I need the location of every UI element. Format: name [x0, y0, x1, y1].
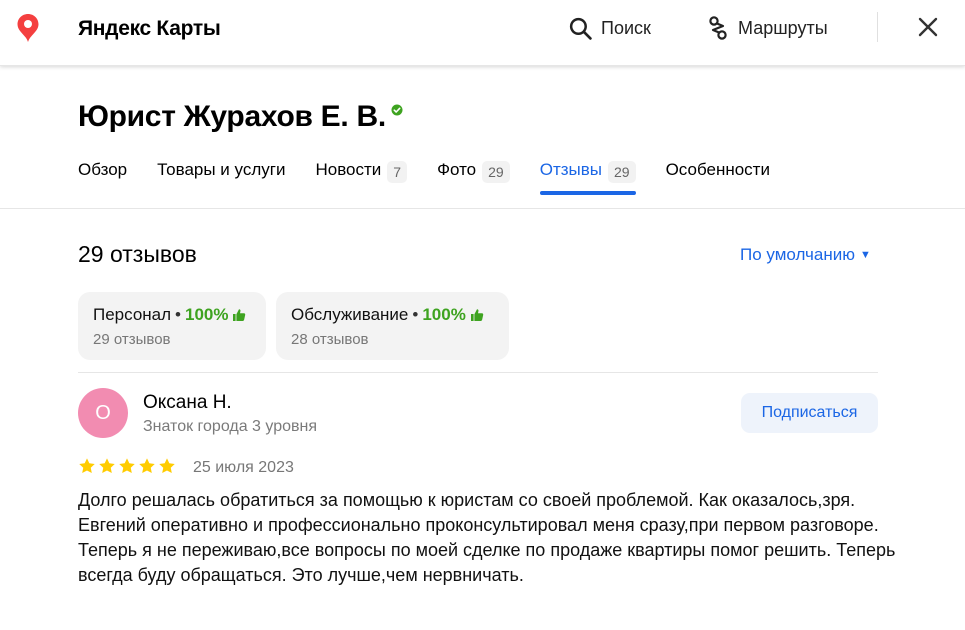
- aspect-heading: Обслуживание • 100%: [291, 305, 494, 325]
- star-icon: [79, 458, 95, 474]
- aspect-heading: Персонал • 100%: [93, 305, 251, 325]
- tab-reviews[interactable]: Отзывы 29: [539, 160, 636, 200]
- thumbs-up-icon: [470, 309, 484, 321]
- routes-button[interactable]: Маршруты: [706, 14, 828, 42]
- sort-dropdown[interactable]: По умолчанию ▼: [740, 245, 871, 265]
- tab-label: Новости: [315, 160, 382, 179]
- subscribe-button[interactable]: Подписаться: [741, 393, 878, 433]
- tab-label: Обзор: [78, 160, 128, 179]
- avatar-letter: О: [95, 401, 111, 424]
- review-author-level: Знаток города 3 уровня: [143, 418, 318, 435]
- verified-badge-icon: [391, 104, 403, 116]
- tab-features[interactable]: Особенности: [666, 160, 770, 200]
- aspect-percent: 100%: [422, 305, 466, 324]
- aspect-subtitle: 29 отзывов: [93, 331, 171, 348]
- org-tabs: Обзор Товары и услуги Новости 7 Фото 29 …: [78, 160, 800, 200]
- star-icon: [139, 458, 155, 474]
- org-title-text: Юрист Журахов Е. В.: [78, 100, 386, 133]
- star-icon: [119, 458, 135, 474]
- top-bar: Яндекс Карты Поиск Маршруты: [0, 0, 965, 66]
- aspect-name: Персонал: [93, 305, 172, 324]
- tab-count-badge: 7: [387, 161, 408, 183]
- tab-goods-services[interactable]: Товары и услуги: [157, 160, 285, 200]
- star-icon: [159, 458, 175, 474]
- tab-label: Отзывы: [539, 160, 602, 179]
- sort-label: По умолчанию: [740, 245, 855, 264]
- aspect-subtitle: 28 отзывов: [291, 331, 369, 348]
- review-author-name[interactable]: Оксана Н.: [143, 392, 232, 414]
- tab-count-badge: 29: [608, 161, 636, 183]
- reviews-count-heading: 29 отзывов: [78, 241, 197, 267]
- tab-news[interactable]: Новости 7: [315, 160, 408, 200]
- aspect-card-service[interactable]: Обслуживание • 100% 28 отзывов: [276, 292, 509, 360]
- tab-label: Особенности: [665, 160, 770, 179]
- yandex-maps-logo-icon[interactable]: [16, 13, 40, 43]
- aspect-card-staff[interactable]: Персонал • 100% 29 отзывов: [78, 292, 266, 360]
- star-icon: [99, 458, 115, 474]
- tab-count-badge: 29: [482, 161, 510, 183]
- triangle-down-icon: ▼: [859, 249, 871, 261]
- tab-label: Фото: [437, 160, 477, 179]
- thumbs-up-icon: [233, 309, 246, 321]
- search-label: Поиск: [601, 17, 651, 38]
- org-title: Юрист Журахов Е. В.: [78, 100, 403, 134]
- aspect-name: Обслуживание: [291, 305, 409, 324]
- routes-icon: [709, 16, 727, 40]
- tab-overview[interactable]: Обзор: [78, 160, 127, 200]
- routes-label: Маршруты: [738, 17, 828, 38]
- separator-dot: •: [412, 305, 419, 324]
- tab-photos[interactable]: Фото 29: [437, 160, 510, 200]
- search-button[interactable]: Поиск: [568, 14, 651, 42]
- brand-title[interactable]: Яндекс Карты: [78, 17, 221, 41]
- separator-dot: •: [175, 305, 181, 324]
- review-date: 25 июля 2023: [193, 459, 294, 476]
- aspect-percent: 100%: [185, 305, 229, 324]
- rating-stars: [78, 457, 178, 475]
- review-divider: [78, 372, 878, 373]
- avatar[interactable]: О: [78, 388, 128, 438]
- review-text: Долго решалась обратиться за помощью к ю…: [78, 490, 896, 585]
- tab-label: Товары и услуги: [157, 160, 286, 179]
- tabs-divider: [0, 208, 965, 209]
- close-icon[interactable]: [916, 15, 940, 39]
- search-icon: [569, 17, 592, 40]
- top-bar-divider: [877, 12, 878, 42]
